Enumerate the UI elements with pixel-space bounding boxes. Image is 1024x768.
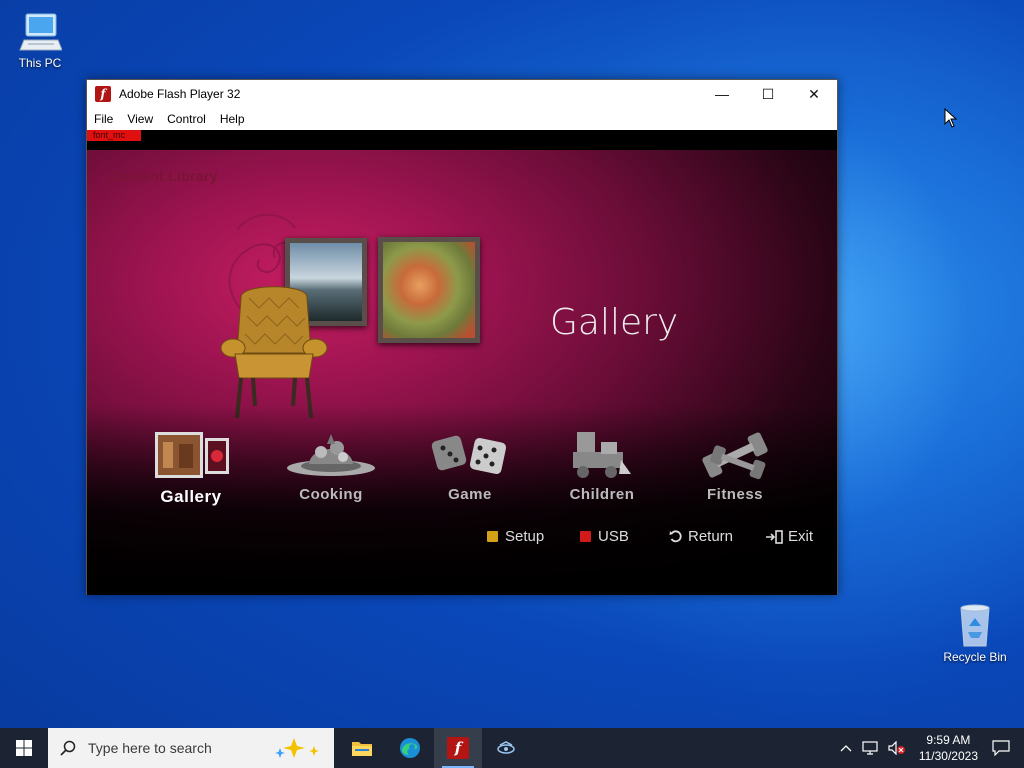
- menu-bar: File View Control Help: [87, 108, 837, 130]
- windows-logo-icon: [16, 740, 32, 756]
- category-label: Game: [448, 486, 492, 503]
- notification-icon[interactable]: [992, 740, 1010, 756]
- flash-player-icon: f: [95, 86, 111, 102]
- edge-browser-icon: [400, 738, 420, 758]
- usb-action[interactable]: USB: [580, 528, 629, 545]
- category-game[interactable]: Game: [425, 430, 515, 503]
- desktop-icon-label: Recycle Bin: [943, 650, 1007, 664]
- sparkle-icon: [275, 738, 319, 758]
- clock-date: 11/30/2023: [918, 749, 978, 763]
- network-icon[interactable]: [862, 741, 878, 755]
- abstract-painting: [378, 237, 480, 343]
- selected-category-title: Gallery: [550, 302, 679, 343]
- flash-player-taskbar-button[interactable]: f: [434, 728, 482, 768]
- exit-icon: [766, 529, 783, 544]
- toy-train-icon: [573, 432, 631, 478]
- computer-icon: [19, 13, 62, 51]
- menu-control[interactable]: Control: [167, 112, 206, 126]
- red-key-icon: [580, 531, 591, 542]
- menu-file[interactable]: File: [94, 112, 113, 126]
- desktop-icon-this-pc[interactable]: This PC: [0, 10, 80, 70]
- menu-view[interactable]: View: [127, 112, 153, 126]
- search-placeholder: Type here to search: [88, 740, 212, 756]
- exit-action[interactable]: Exit: [765, 528, 813, 545]
- folder-icon: [352, 742, 372, 756]
- window-title: Adobe Flash Player 32: [119, 87, 241, 101]
- category-cooking[interactable]: Cooking: [283, 430, 379, 503]
- search-icon: [60, 740, 76, 756]
- network-app-taskbar-button[interactable]: [482, 728, 530, 768]
- flash-player-window: f Adobe Flash Player 32 — ☐ ✕ File View …: [86, 79, 838, 595]
- setup-label: Setup: [505, 528, 545, 545]
- taskbar-clock[interactable]: 9:59 AM 11/30/2023: [919, 732, 978, 764]
- flash-player-icon: f: [447, 737, 469, 759]
- category-children[interactable]: Children: [557, 430, 647, 503]
- category-gallery[interactable]: Gallery: [147, 430, 235, 507]
- dice-icon: [431, 435, 507, 475]
- return-icon: [669, 529, 682, 542]
- close-button[interactable]: ✕: [791, 80, 837, 108]
- file-explorer-taskbar-button[interactable]: [338, 728, 386, 768]
- menu-help[interactable]: Help: [220, 112, 245, 126]
- content-library-header: Content Library: [109, 168, 218, 184]
- volume-muted-icon[interactable]: [888, 741, 906, 755]
- gallery-icon: [155, 432, 229, 478]
- category-label: Fitness: [706, 486, 763, 503]
- maximize-button[interactable]: ☐: [745, 80, 791, 108]
- chevron-up-icon[interactable]: [840, 744, 852, 752]
- system-tray: 9:59 AM 11/30/2023: [835, 728, 1024, 768]
- mouse-cursor-icon: [944, 108, 958, 128]
- category-label: Gallery: [160, 487, 222, 506]
- edge-taskbar-button[interactable]: [386, 728, 434, 768]
- desktop-icon-label: This PC: [18, 56, 62, 70]
- exit-label: Exit: [788, 528, 814, 545]
- clock-time: 9:59 AM: [926, 733, 971, 747]
- category-fitness[interactable]: Fitness: [690, 430, 780, 503]
- recycle-bin-icon: [960, 604, 990, 647]
- return-action[interactable]: Return: [669, 528, 733, 545]
- desktop-icon-recycle-bin[interactable]: Recycle Bin: [935, 602, 1015, 664]
- title-bar[interactable]: f Adobe Flash Player 32 — ☐ ✕: [87, 80, 837, 108]
- dumbbell-icon: [702, 432, 768, 480]
- network-app-icon: [497, 741, 515, 754]
- category-label: Children: [569, 486, 635, 503]
- return-label: Return: [688, 528, 734, 545]
- usb-label: USB: [598, 528, 629, 545]
- debug-tag: font_mc: [87, 130, 141, 141]
- category-label: Cooking: [299, 486, 363, 503]
- minimize-button[interactable]: —: [699, 80, 745, 108]
- flash-stage[interactable]: font_mc Content Library Gallery Gallery …: [87, 130, 837, 595]
- yellow-key-icon: [487, 531, 498, 542]
- cooking-icon: [287, 434, 375, 476]
- taskbar: Type here to search f 9:59 AM 11/30/2023: [0, 728, 1024, 768]
- setup-action[interactable]: Setup: [487, 528, 544, 545]
- taskbar-search-box[interactable]: Type here to search: [48, 728, 334, 768]
- start-button[interactable]: [0, 728, 48, 768]
